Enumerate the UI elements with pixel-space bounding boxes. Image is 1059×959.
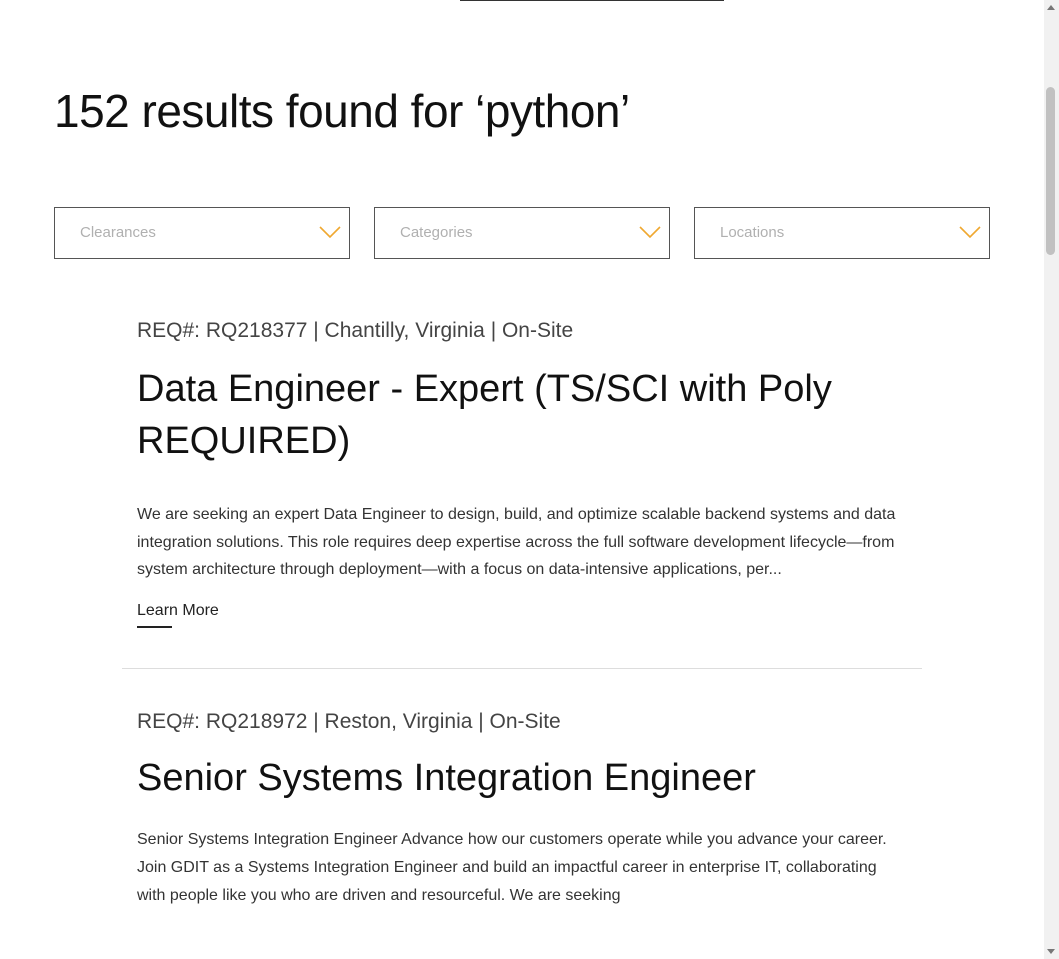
categories-dropdown[interactable]: Categories (374, 207, 670, 259)
clearances-dropdown-label: Clearances (80, 224, 156, 241)
job-title[interactable]: Senior Systems Integration Engineer (137, 752, 922, 804)
chevron-down-icon (959, 226, 981, 239)
learn-more-label: Learn More (137, 602, 219, 620)
job-title[interactable]: Data Engineer - Expert (TS/SCI with Poly… (137, 363, 922, 467)
job-card: REQ#: RQ218377 | Chantilly, Virginia | O… (122, 300, 922, 629)
job-description: Senior Systems Integration Engineer Adva… (137, 831, 887, 904)
top-nav-link[interactable] (460, 0, 724, 1)
chevron-down-icon (639, 226, 661, 239)
learn-more-underline (137, 626, 172, 629)
scrollbar-thumb[interactable] (1046, 87, 1055, 255)
clearances-dropdown[interactable]: Clearances (54, 207, 350, 259)
categories-dropdown-label: Categories (400, 224, 473, 241)
locations-dropdown-label: Locations (720, 224, 785, 241)
locations-dropdown[interactable]: Locations (694, 207, 990, 259)
job-meta: REQ#: RQ218377 | Chantilly, Virginia | O… (137, 319, 574, 342)
filter-bar: Clearances Categories Locations (54, 207, 990, 259)
chevron-down-icon (319, 226, 341, 239)
job-description: We are seeking an expert Data Engineer t… (137, 506, 896, 579)
job-card: REQ#: RQ218972 | Reston, Virginia | On-S… (122, 669, 922, 909)
results-title: 152 results found for ‘python’ (54, 85, 630, 137)
page: 152 results found for ‘python’ Clearance… (0, 0, 1059, 959)
job-results-list: REQ#: RQ218377 | Chantilly, Virginia | O… (122, 300, 922, 909)
scroll-down-arrow-icon[interactable] (1047, 949, 1055, 954)
learn-more-link[interactable]: Learn More (137, 602, 219, 629)
scroll-up-arrow-icon[interactable] (1047, 5, 1055, 10)
page-scrollbar[interactable] (1044, 0, 1059, 959)
job-meta: REQ#: RQ218972 | Reston, Virginia | On-S… (137, 710, 561, 734)
